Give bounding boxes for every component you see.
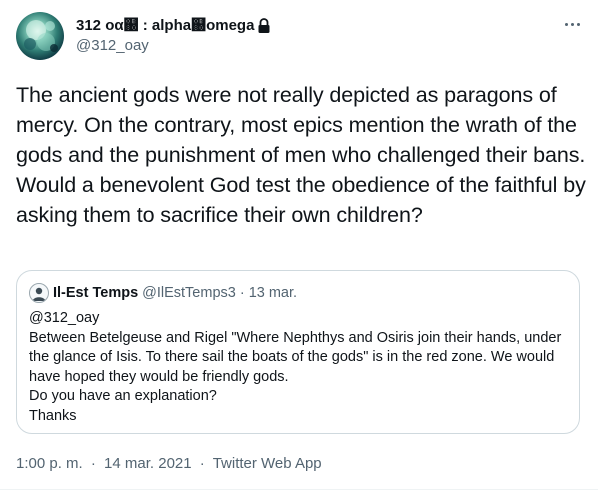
more-horizontal-icon[interactable]	[560, 14, 584, 34]
quoted-tweet[interactable]: Il-Est Temps @IlEstTemps3 · 13 mar. @312…	[16, 270, 580, 434]
tweet-meta: 1:00 p. m. · 14 mar. 2021 · Twitter Web …	[16, 454, 322, 474]
tweet-time[interactable]: 1:00 p. m.	[16, 455, 83, 472]
lock-icon	[256, 17, 272, 35]
quoted-tweet-header: Il-Est Temps @IlEstTemps3 · 13 mar.	[29, 283, 567, 303]
tweet: 312 οα஀ : alpha஀omega @312_oay The ancie…	[0, 0, 598, 490]
meta-separator: ·	[90, 455, 96, 472]
author-avatar[interactable]	[16, 12, 64, 60]
quoted-line-text: Between Betelgeuse and Rigel "Where Neph…	[29, 329, 562, 385]
quoted-line-question: Do you have an explanation?	[29, 388, 217, 404]
nebula-avatar-image	[24, 20, 58, 52]
author-block: 312 οα஀ : alpha஀omega @312_oay	[76, 16, 546, 56]
quoted-line-thanks: Thanks	[29, 407, 77, 424]
tweet-date[interactable]: 14 mar. 2021	[104, 455, 192, 472]
person-avatar-icon	[29, 283, 49, 303]
tweet-source[interactable]: Twitter Web App	[213, 455, 322, 472]
quoted-line-mention: @312_oay	[29, 310, 100, 326]
author-handle[interactable]: @312_oay	[76, 36, 546, 56]
tweet-text: The ancient gods were not really depicte…	[16, 83, 586, 227]
author-display-name[interactable]: 312 οα஀ : alpha஀omega	[76, 16, 254, 36]
meta-separator-2: ·	[199, 455, 205, 472]
quoted-separator: ·	[239, 285, 245, 301]
author-name-row: 312 οα஀ : alpha஀omega	[76, 16, 546, 36]
quoted-handle: @IlEstTemps3	[142, 285, 236, 301]
quoted-display-name: Il-Est Temps	[53, 285, 139, 301]
quoted-tweet-body: @312_oay Between Betelgeuse and Rigel "W…	[29, 309, 567, 426]
quoted-date: 13 mar.	[248, 285, 298, 301]
